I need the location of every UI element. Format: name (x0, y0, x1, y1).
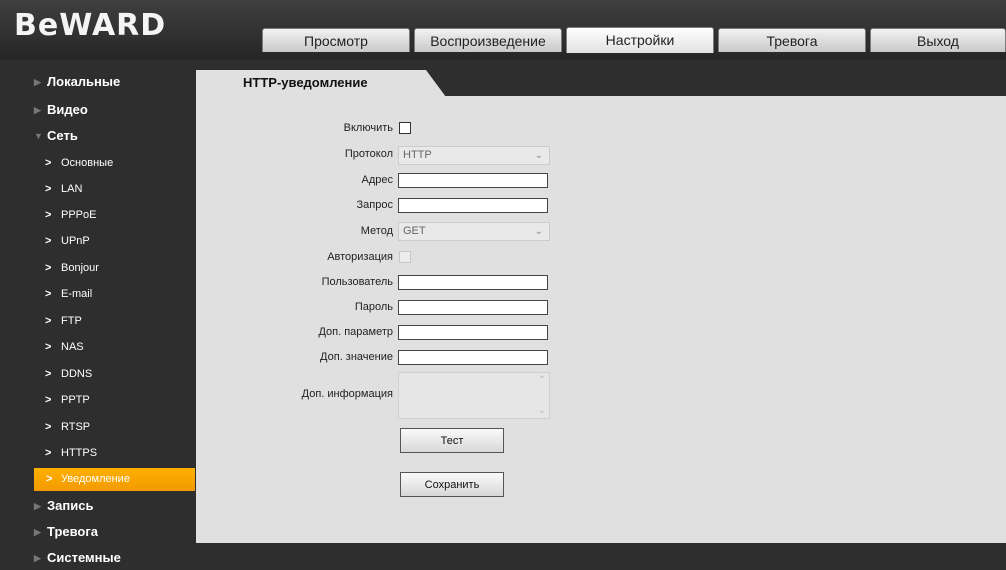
enable-label: Включить (343, 122, 393, 134)
chevron-right-icon: > (45, 288, 52, 300)
top-header: BeWARD Просмотр Воспроизведение Настройк… (0, 0, 1006, 60)
scroll-up-icon[interactable]: ⌃ (538, 375, 546, 386)
address-field[interactable] (398, 173, 548, 188)
enable-checkbox[interactable] (399, 122, 411, 134)
sidebar-item-ftp[interactable]: > FTP (0, 308, 196, 334)
chevron-right-icon: > (45, 394, 52, 406)
test-button[interactable]: Тест (400, 428, 504, 453)
password-label: Пароль (354, 301, 393, 313)
sidebar-item-label: Bonjour (61, 262, 99, 274)
tab-playback[interactable]: Воспроизведение (414, 28, 562, 52)
extra-value-label: Доп. значение (320, 351, 393, 363)
beward-logo: BeWARD (14, 8, 167, 43)
password-field[interactable] (398, 300, 548, 315)
chevron-right-icon: > (45, 183, 52, 195)
scroll-down-icon[interactable]: ⌄ (538, 405, 546, 416)
sidebar-item-alarm[interactable]: ▶ Тревога (0, 520, 196, 544)
sidebar-item-local[interactable]: ▶ Локальные (0, 70, 196, 94)
extra-info-label: Доп. информация (301, 388, 393, 400)
chevron-right-icon: > (45, 368, 52, 380)
settings-panel: HTTP-уведомление Включить Протокол HTTP … (196, 70, 1006, 543)
method-value: GET (403, 225, 426, 237)
chevron-right-icon: > (45, 235, 52, 247)
sidebar-item-pptp[interactable]: > PPTP (0, 387, 196, 413)
sidebar-item-label: RTSP (61, 421, 91, 433)
sidebar-item-label: Запись (47, 498, 94, 513)
tab-view[interactable]: Просмотр (262, 28, 410, 52)
sidebar-item-email[interactable]: > E-mail (0, 281, 196, 307)
address-label: Адрес (361, 174, 394, 186)
sidebar-item-label: UPnP (61, 235, 90, 247)
chevron-right-icon: > (45, 447, 52, 459)
protocol-value: HTTP (403, 149, 432, 161)
sidebar-item-label: Системные (47, 550, 121, 565)
sidebar-item-system[interactable]: ▶ Системные (0, 546, 196, 570)
sidebar-item-label: Локальные (47, 74, 121, 89)
chevron-right-icon: > (45, 157, 52, 169)
sidebar-item-basic[interactable]: > Основные (0, 150, 196, 176)
sidebar-item-notification[interactable]: > Уведомление (34, 468, 195, 491)
sidebar-item-label: Основные (61, 157, 114, 169)
chevron-down-icon: ⌄ (534, 150, 543, 161)
settings-sidebar: ▶ Локальные ▶ Видео ▼ Сеть > Основные > … (0, 60, 196, 566)
protocol-label: Протокол (344, 148, 393, 160)
chevron-right-icon: > (45, 209, 52, 221)
auth-label: Авторизация (327, 251, 393, 263)
triangle-right-icon: ▶ (34, 501, 41, 511)
sidebar-item-https[interactable]: > HTTPS (0, 440, 196, 466)
sidebar-item-label: PPTP (61, 394, 90, 406)
sidebar-item-lan[interactable]: > LAN (0, 176, 196, 202)
sidebar-item-label: LAN (61, 183, 83, 195)
protocol-select[interactable]: HTTP ⌄ (398, 146, 550, 165)
sidebar-item-label: FTP (61, 315, 82, 327)
sidebar-item-nas[interactable]: > NAS (0, 334, 196, 360)
user-field[interactable] (398, 275, 548, 290)
triangle-right-icon: ▶ (34, 553, 41, 563)
triangle-right-icon: ▶ (34, 527, 41, 537)
chevron-right-icon: > (45, 315, 52, 327)
section-title-bar: HTTP-уведомление (196, 70, 1006, 97)
tab-alarm[interactable]: Тревога (718, 28, 866, 52)
triangle-right-icon: ▶ (34, 77, 41, 87)
method-label: Метод (360, 225, 393, 237)
extra-info-textarea[interactable]: ⌃ ⌄ (398, 372, 550, 419)
sidebar-item-label: DDNS (61, 368, 93, 380)
chevron-right-icon: > (45, 421, 52, 433)
sidebar-item-upnp[interactable]: > UPnP (0, 228, 196, 254)
chevron-right-icon: > (45, 341, 52, 353)
sidebar-item-label: Сеть (47, 128, 78, 143)
extra-param-field[interactable] (398, 325, 548, 340)
sidebar-item-label: E-mail (61, 288, 93, 300)
tab-settings[interactable]: Настройки (566, 27, 714, 53)
chevron-right-icon: > (46, 473, 53, 485)
request-label: Запрос (356, 199, 393, 211)
sidebar-item-network[interactable]: ▼ Сеть (0, 124, 196, 148)
sidebar-item-label: NAS (61, 341, 84, 353)
triangle-down-icon: ▼ (34, 131, 43, 141)
request-field[interactable] (398, 198, 548, 213)
chevron-right-icon: > (45, 262, 52, 274)
sidebar-item-label: Тревога (47, 524, 99, 539)
extra-value-field[interactable] (398, 350, 548, 365)
sidebar-item-rtsp[interactable]: > RTSP (0, 414, 196, 440)
sidebar-item-label: PPPoE (61, 209, 97, 221)
method-select[interactable]: GET ⌄ (398, 222, 550, 241)
tab-logout[interactable]: Выход (870, 28, 1006, 52)
sidebar-item-record[interactable]: ▶ Запись (0, 494, 196, 518)
extra-param-label: Доп. параметр (318, 326, 393, 338)
auth-checkbox[interactable] (399, 251, 411, 263)
sidebar-item-video[interactable]: ▶ Видео (0, 98, 196, 122)
user-label: Пользователь (321, 276, 393, 288)
sidebar-item-ddns[interactable]: > DDNS (0, 361, 196, 387)
section-title: HTTP-уведомление (243, 75, 368, 90)
sidebar-item-bonjour[interactable]: > Bonjour (0, 255, 196, 281)
triangle-right-icon: ▶ (34, 105, 41, 115)
sidebar-item-label: Уведомление (61, 473, 130, 485)
save-button[interactable]: Сохранить (400, 472, 504, 497)
sidebar-item-pppoe[interactable]: > PPPoE (0, 202, 196, 228)
sidebar-item-label: Видео (47, 102, 88, 117)
sidebar-item-label: HTTPS (61, 447, 98, 459)
chevron-down-icon: ⌄ (534, 226, 543, 237)
